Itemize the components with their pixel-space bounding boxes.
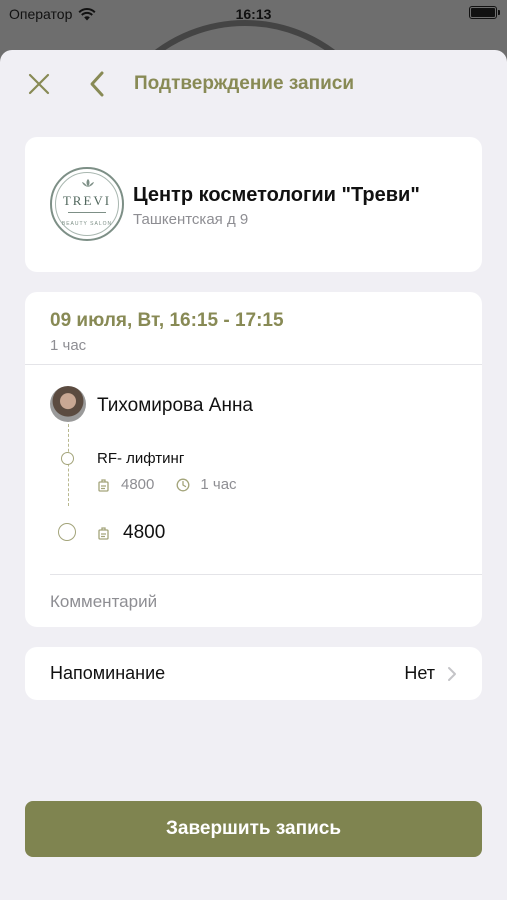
comment-field[interactable]: Комментарий [50, 592, 157, 612]
price-tag-icon [98, 478, 109, 492]
service-name: RF- лифтинг [97, 450, 185, 467]
salon-address: Ташкентская д 9 [133, 211, 249, 228]
lotus-icon [82, 179, 94, 187]
reminder-value: Нет [404, 663, 435, 683]
master-name: Тихомирова Анна [97, 395, 253, 416]
battery-icon [469, 6, 500, 19]
total-price: 4800 [97, 522, 165, 544]
avatar [50, 386, 86, 422]
booking-confirmation-sheet: Подтверждение записи TREVI BEAUTY SALON … [0, 50, 507, 900]
total-price-value: 4800 [123, 522, 166, 543]
finish-booking-button[interactable]: Завершить запись [25, 801, 482, 857]
salon-logo: TREVI BEAUTY SALON [50, 167, 124, 241]
navigation-bar: Подтверждение записи [0, 50, 507, 118]
timeline-end-dot [58, 523, 76, 541]
reminder-row[interactable]: Напоминание Нет [25, 647, 482, 700]
service-meta: 4800 1 час [97, 476, 237, 493]
divider [50, 574, 482, 575]
price-tag-icon [98, 527, 109, 540]
appointment-datetime: 09 июля, Вт, 16:15 - 17:15 [50, 310, 284, 331]
timeline-line [68, 424, 69, 506]
reminder-label: Напоминание [50, 663, 166, 683]
salon-card[interactable]: TREVI BEAUTY SALON Центр косметологии "Т… [25, 137, 482, 272]
service-duration: 1 час [200, 476, 237, 493]
page-title: Подтверждение записи [134, 73, 354, 94]
appointment-card: 09 июля, Вт, 16:15 - 17:15 1 час Тихомир… [25, 292, 482, 627]
chevron-left-icon[interactable] [86, 69, 108, 99]
service-price: 4800 [121, 476, 155, 493]
salon-name: Центр косметологии "Треви" [133, 184, 420, 206]
close-icon[interactable] [26, 71, 52, 97]
clock-icon [176, 478, 190, 491]
divider [25, 364, 482, 365]
logo-subtext: BEAUTY SALON [61, 221, 113, 227]
timeline-dot [61, 452, 74, 465]
logo-text: TREVI [62, 193, 112, 208]
chevron-right-icon [448, 667, 456, 681]
status-bar: Оператор 16:13 [0, 0, 507, 28]
appointment-duration: 1 час [50, 337, 87, 354]
clock: 16:13 [235, 6, 272, 22]
